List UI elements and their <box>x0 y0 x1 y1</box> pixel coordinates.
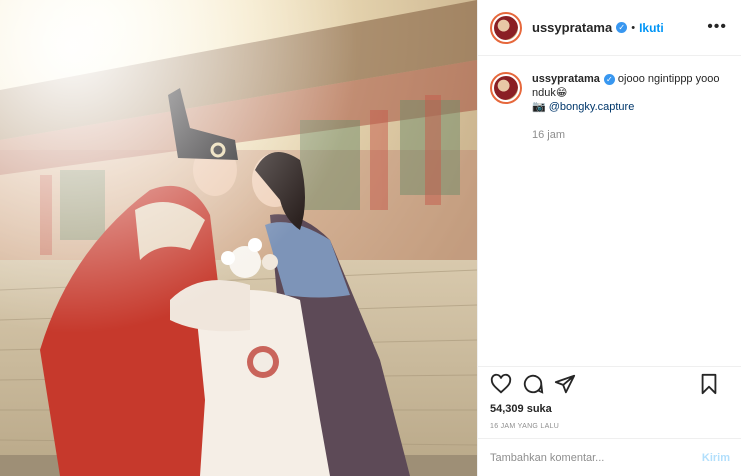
post-timestamp[interactable]: 16 JAM YANG LALU <box>490 423 730 430</box>
caption-time[interactable]: 16 jam <box>532 128 722 142</box>
action-bar: 54,309 suka 16 JAM YANG LALU <box>478 366 741 430</box>
post-image <box>0 0 477 476</box>
comments-section: ussypratama ✓ ojooo ngintippp yooo nduk😁 … <box>478 56 741 366</box>
share-icon[interactable] <box>554 373 578 397</box>
comment-icon[interactable] <box>522 373 546 397</box>
caption-mention-link[interactable]: @bongky.capture <box>549 101 635 113</box>
post-comment-button[interactable]: Kirim <box>702 452 730 464</box>
heart-icon[interactable] <box>490 373 514 397</box>
caption: ussypratama ✓ ojooo ngintippp yooo nduk😁 … <box>490 72 729 142</box>
separator-dot: • <box>631 21 636 34</box>
author-avatar[interactable] <box>490 11 522 44</box>
caption-username[interactable]: ussypratama <box>532 73 600 85</box>
caption-avatar[interactable] <box>490 72 522 104</box>
post-photo[interactable] <box>0 0 477 476</box>
likes-count[interactable]: 54,309 suka <box>490 403 730 415</box>
post-header: ussypratama ✓ • Ikuti ••• <box>478 0 741 56</box>
post-sidebar: ussypratama ✓ • Ikuti ••• ussypratama ✓ o… <box>477 0 741 476</box>
bookmark-icon[interactable] <box>698 373 722 397</box>
verified-badge-icon: ✓ <box>616 22 628 33</box>
follow-button[interactable]: Ikuti <box>639 21 664 35</box>
more-options-icon[interactable]: ••• <box>707 18 727 36</box>
add-comment-bar: Kirim <box>478 438 741 476</box>
author-username[interactable]: ussypratama <box>532 20 612 35</box>
camera-emoji: 📷 <box>532 101 546 113</box>
comment-input[interactable] <box>490 451 702 464</box>
verified-badge-icon: ✓ <box>603 74 615 85</box>
